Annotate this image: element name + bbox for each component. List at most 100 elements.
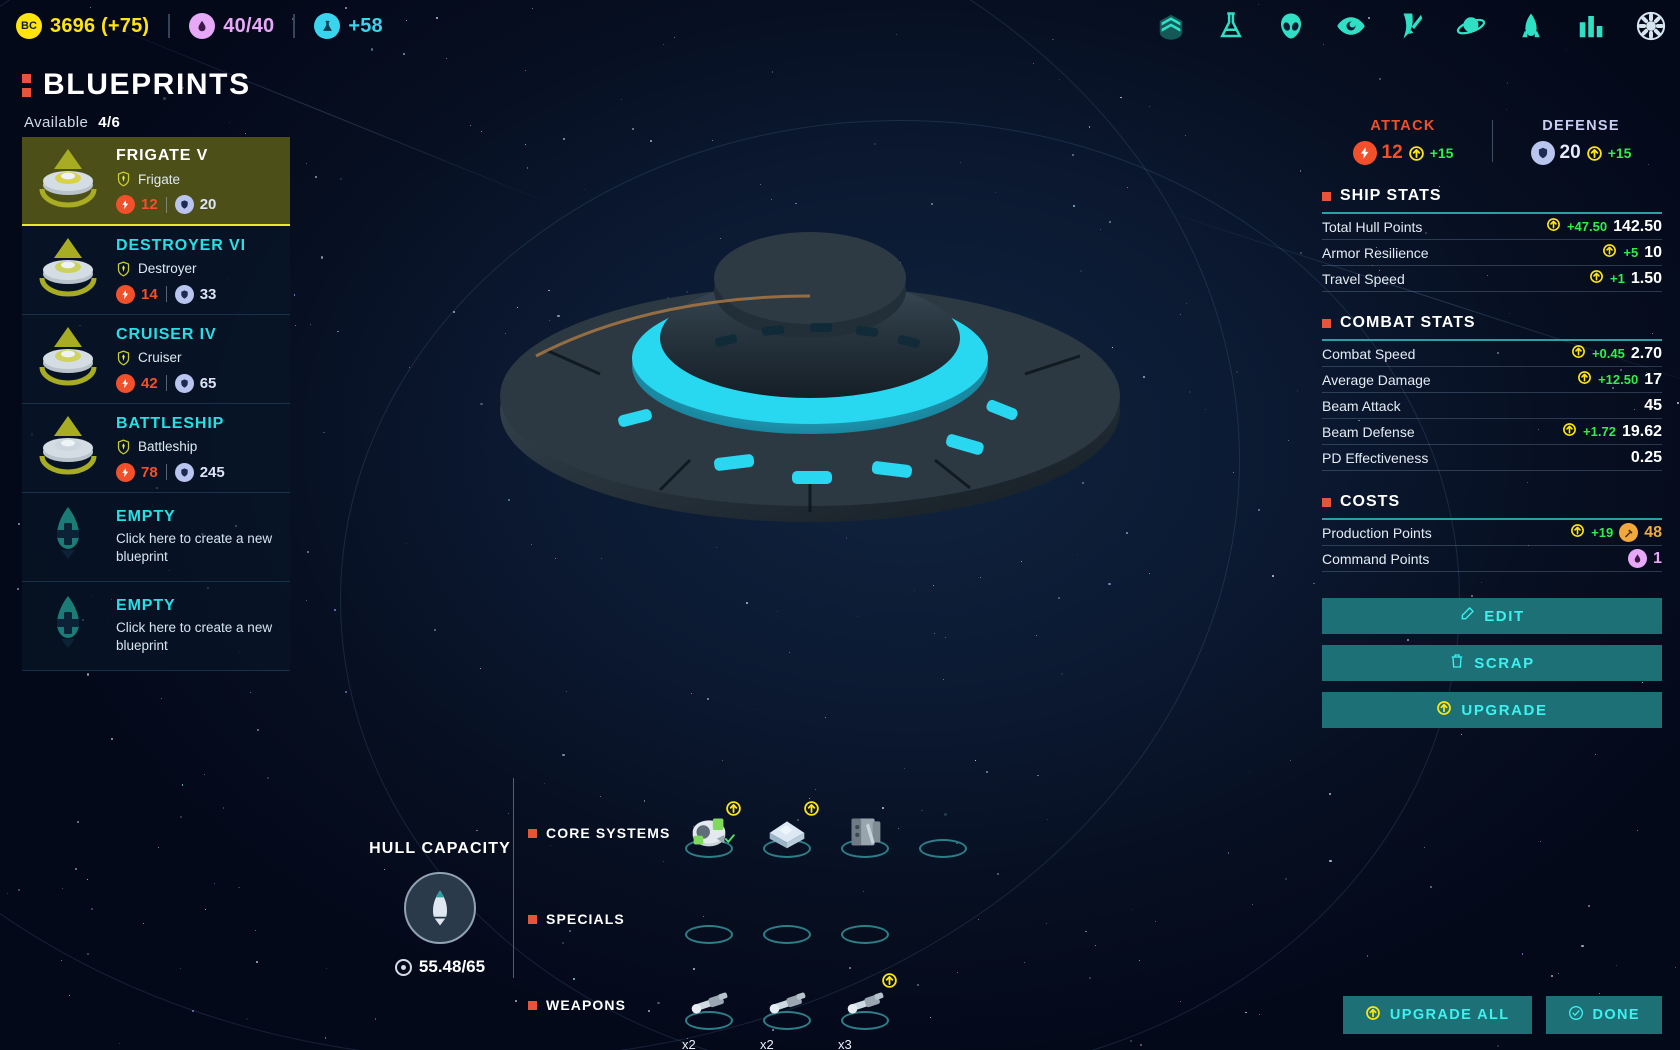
module-row-label: WEAPONS: [528, 997, 678, 1013]
defense-value: 20: [1560, 142, 1581, 164]
slot-pad: [841, 925, 889, 944]
equipped-check-icon: [723, 832, 736, 850]
defense-value: 33: [200, 286, 217, 303]
resource-credits[interactable]: BC 3696 (+75): [16, 13, 149, 39]
ship-hull-icon: [404, 872, 476, 944]
action-buttons[interactable]: EDIT SCRAP UPGRADE: [1322, 598, 1662, 728]
attack-icon: [116, 463, 135, 482]
blueprint-row[interactable]: CRUISER IV Cruiser 42 65: [22, 315, 290, 404]
stat-value-group: +5 10: [1602, 243, 1662, 263]
blueprint-name: BATTLESHIP: [116, 415, 280, 433]
stat-row: Armor Resilience +5 10: [1322, 240, 1662, 266]
blueprints-ship-icon[interactable]: [1516, 11, 1546, 41]
statistics-bars-icon[interactable]: [1576, 11, 1606, 41]
blueprint-row[interactable]: DESTROYER VI Destroyer 14 33: [22, 226, 290, 315]
resource-science[interactable]: +58: [314, 13, 383, 39]
blueprint-name: CRUISER IV: [116, 326, 280, 344]
module-slot-filled[interactable]: [834, 802, 896, 864]
defense-icon: [175, 195, 194, 214]
blueprint-row[interactable]: BATTLESHIP Battleship 78 245: [22, 404, 290, 493]
attack-label: ATTACK: [1328, 118, 1478, 134]
ship-class-icon: [116, 349, 131, 367]
module-slot-filled[interactable]: x2: [756, 974, 818, 1036]
resource-command-points[interactable]: 40/40: [189, 13, 274, 39]
upgrade-arrow-icon: [1589, 269, 1604, 289]
blueprint-row-empty[interactable]: EMPTY Click here to create a new bluepri…: [22, 493, 290, 582]
beam-weapon-icon: [684, 978, 734, 1033]
stat-value: 0.25: [1631, 449, 1662, 467]
blueprint-hint: Click here to create a new blueprint: [116, 619, 280, 655]
blueprint-attack: 42: [116, 374, 158, 393]
stat-row: Beam Defense +1.72 19.62: [1322, 419, 1662, 445]
alien-species-icon[interactable]: [1276, 11, 1306, 41]
stat-key: Travel Speed: [1322, 271, 1405, 287]
defense-icon: [175, 463, 194, 482]
module-slot-empty[interactable]: [756, 888, 818, 950]
attack-icon: [116, 374, 135, 393]
stat-value: 17: [1644, 371, 1662, 389]
upgrade-all-button[interactable]: UPGRADE ALL: [1343, 996, 1532, 1034]
blueprint-list[interactable]: FRIGATE V Frigate 12 20 DESTROYER VI Des…: [22, 137, 290, 671]
blueprint-attack: 14: [116, 285, 158, 304]
blueprint-row-empty[interactable]: EMPTY Click here to create a new bluepri…: [22, 582, 290, 671]
blueprint-row[interactable]: FRIGATE V Frigate 12 20: [22, 137, 290, 226]
divider: [166, 197, 167, 213]
pencil-icon: [1459, 606, 1475, 626]
blueprint-stats: 14 33: [116, 285, 280, 304]
divider: [166, 375, 167, 391]
upgrade-arrow-icon: [1570, 523, 1585, 543]
module-quantity: x2: [760, 1037, 774, 1050]
attack-value: 14: [141, 286, 158, 303]
module-slot-empty[interactable]: [678, 888, 740, 950]
top-icon-bar: [1156, 0, 1666, 52]
settings-gear-icon[interactable]: [1636, 11, 1666, 41]
espionage-eye-icon[interactable]: [1336, 11, 1366, 41]
module-slot-filled[interactable]: x2: [678, 974, 740, 1036]
stat-section: COMBAT STATS Combat Speed +0.45 2.70 Ave…: [1322, 314, 1662, 471]
divider: [168, 14, 170, 38]
slot-pad: [919, 839, 967, 858]
stat-value-group: +12.50 17: [1577, 370, 1662, 390]
stat-value: 45: [1644, 397, 1662, 415]
defense-icon: [1531, 141, 1555, 165]
stat-value: 19.62: [1622, 423, 1662, 441]
slot-pad: [685, 925, 733, 944]
scrap-button[interactable]: SCRAP: [1322, 645, 1662, 681]
blueprint-defense: 33: [175, 285, 217, 304]
blueprint-name: EMPTY: [116, 597, 280, 615]
science-value: +58: [348, 15, 383, 38]
title-marker-icon: [22, 74, 31, 97]
attack-icon: [1353, 141, 1377, 165]
planets-icon[interactable]: [1456, 11, 1486, 41]
module-slots: [678, 802, 974, 864]
blueprint-name: DESTROYER VI: [116, 237, 280, 255]
done-button[interactable]: DONE: [1546, 996, 1663, 1034]
module-slot-filled[interactable]: [678, 802, 740, 864]
module-slot-filled[interactable]: x3: [834, 974, 896, 1036]
blueprint-name: FRIGATE V: [116, 147, 280, 165]
stat-value: 48: [1644, 524, 1662, 542]
upgrade-arrow-icon: [1562, 422, 1577, 442]
module-quantity: x3: [838, 1037, 852, 1050]
module-slot-filled[interactable]: [756, 802, 818, 864]
design-pen-icon[interactable]: [1396, 11, 1426, 41]
stat-value: 1.50: [1631, 270, 1662, 288]
command-points-value: 40/40: [223, 15, 274, 38]
bottom-action-buttons[interactable]: UPGRADE ALL DONE: [1343, 996, 1662, 1034]
blueprint-attack: 78: [116, 463, 158, 482]
stat-section-header: SHIP STATS: [1322, 187, 1662, 205]
research-flask-icon[interactable]: [1216, 11, 1246, 41]
stat-delta: +5: [1623, 245, 1638, 260]
page-title: BLUEPRINTS: [22, 68, 251, 102]
available-value: 4/6: [98, 114, 120, 131]
upgrade-button[interactable]: UPGRADE: [1322, 692, 1662, 728]
defense-icon: [175, 374, 194, 393]
available-label: Available: [24, 114, 88, 131]
module-slot-empty[interactable]: [912, 802, 974, 864]
stat-section-header: COSTS: [1322, 493, 1662, 511]
hull-points-icon: [395, 959, 412, 976]
edit-button[interactable]: EDIT: [1322, 598, 1662, 634]
module-row: SPECIALS: [528, 876, 978, 962]
fleet-icon[interactable]: [1156, 11, 1186, 41]
module-slot-empty[interactable]: [834, 888, 896, 950]
